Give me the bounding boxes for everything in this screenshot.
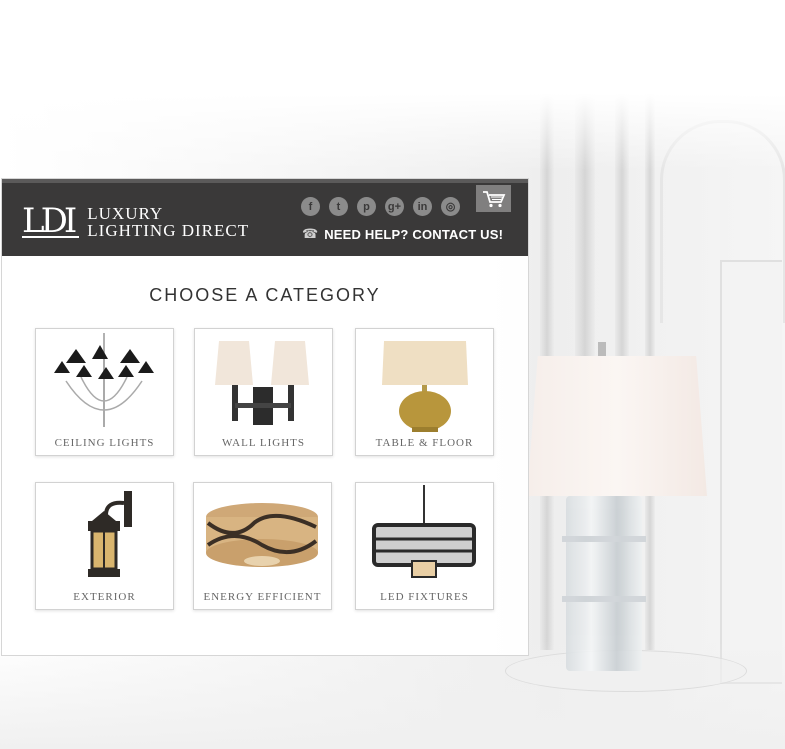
category-ceiling-lights[interactable]: CEILING LIGHTS [35, 328, 174, 456]
site-logo[interactable]: LDI LUXURY LIGHTING DIRECT [22, 204, 249, 239]
social-links: f t p g+ in ◎ [301, 197, 460, 216]
category-label: CEILING LIGHTS [54, 437, 155, 449]
linkedin-icon[interactable]: in [413, 197, 432, 216]
chandelier-image [54, 333, 154, 427]
site-header: LDI LUXURY LIGHTING DIRECT f t p g+ in ◎ ☎ NE… [2, 179, 528, 256]
exterior-lantern-image [88, 491, 132, 577]
lamp-shade [527, 356, 707, 496]
category-label: TABLE & FLOOR [375, 437, 474, 449]
category-label: ENERGY EFFICIENT [203, 591, 322, 603]
lamp-base [562, 496, 646, 671]
logo-line2: LIGHTING DIRECT [87, 221, 250, 240]
wall-panel [720, 260, 782, 684]
googleplus-icon[interactable]: g+ [385, 197, 404, 216]
pinterest-icon[interactable]: p [357, 197, 376, 216]
cart-button[interactable] [476, 185, 511, 212]
logo-text: LUXURY LIGHTING DIRECT [87, 205, 249, 239]
category-label: EXTERIOR [73, 591, 136, 603]
pendant-image [372, 485, 476, 578]
flush-mount-image [206, 503, 318, 567]
table-lamp-image [382, 341, 468, 432]
instagram-icon[interactable]: ◎ [441, 197, 460, 216]
category-led-fixtures[interactable]: LED FIXTURES [355, 482, 494, 610]
help-text: NEED HELP? CONTACT US! [324, 227, 504, 242]
category-exterior[interactable]: EXTERIOR [35, 482, 174, 610]
facebook-icon[interactable]: f [301, 197, 320, 216]
category-table-floor[interactable]: TABLE & FLOOR [355, 328, 494, 456]
category-label: LED FIXTURES [380, 591, 469, 603]
category-energy-efficient[interactable]: ENERGY EFFICIENT [193, 482, 332, 610]
category-card: LDI LUXURY LIGHTING DIRECT f t p g+ in ◎ ☎ NE… [1, 178, 529, 656]
background-fade [0, 0, 785, 170]
category-label: WALL LIGHTS [222, 437, 305, 449]
page-title: CHOOSE A CATEGORY [149, 285, 381, 305]
phone-icon: ☎ [302, 227, 319, 242]
logo-mark: LDI [22, 204, 80, 238]
lamp-neck [598, 342, 606, 358]
cart-icon [482, 190, 505, 207]
twitter-icon[interactable]: t [329, 197, 348, 216]
wall-sconce-image [215, 341, 309, 425]
contact-link[interactable]: ☎ NEED HELP? CONTACT US! [302, 227, 503, 242]
category-wall-lights[interactable]: WALL LIGHTS [194, 328, 333, 456]
